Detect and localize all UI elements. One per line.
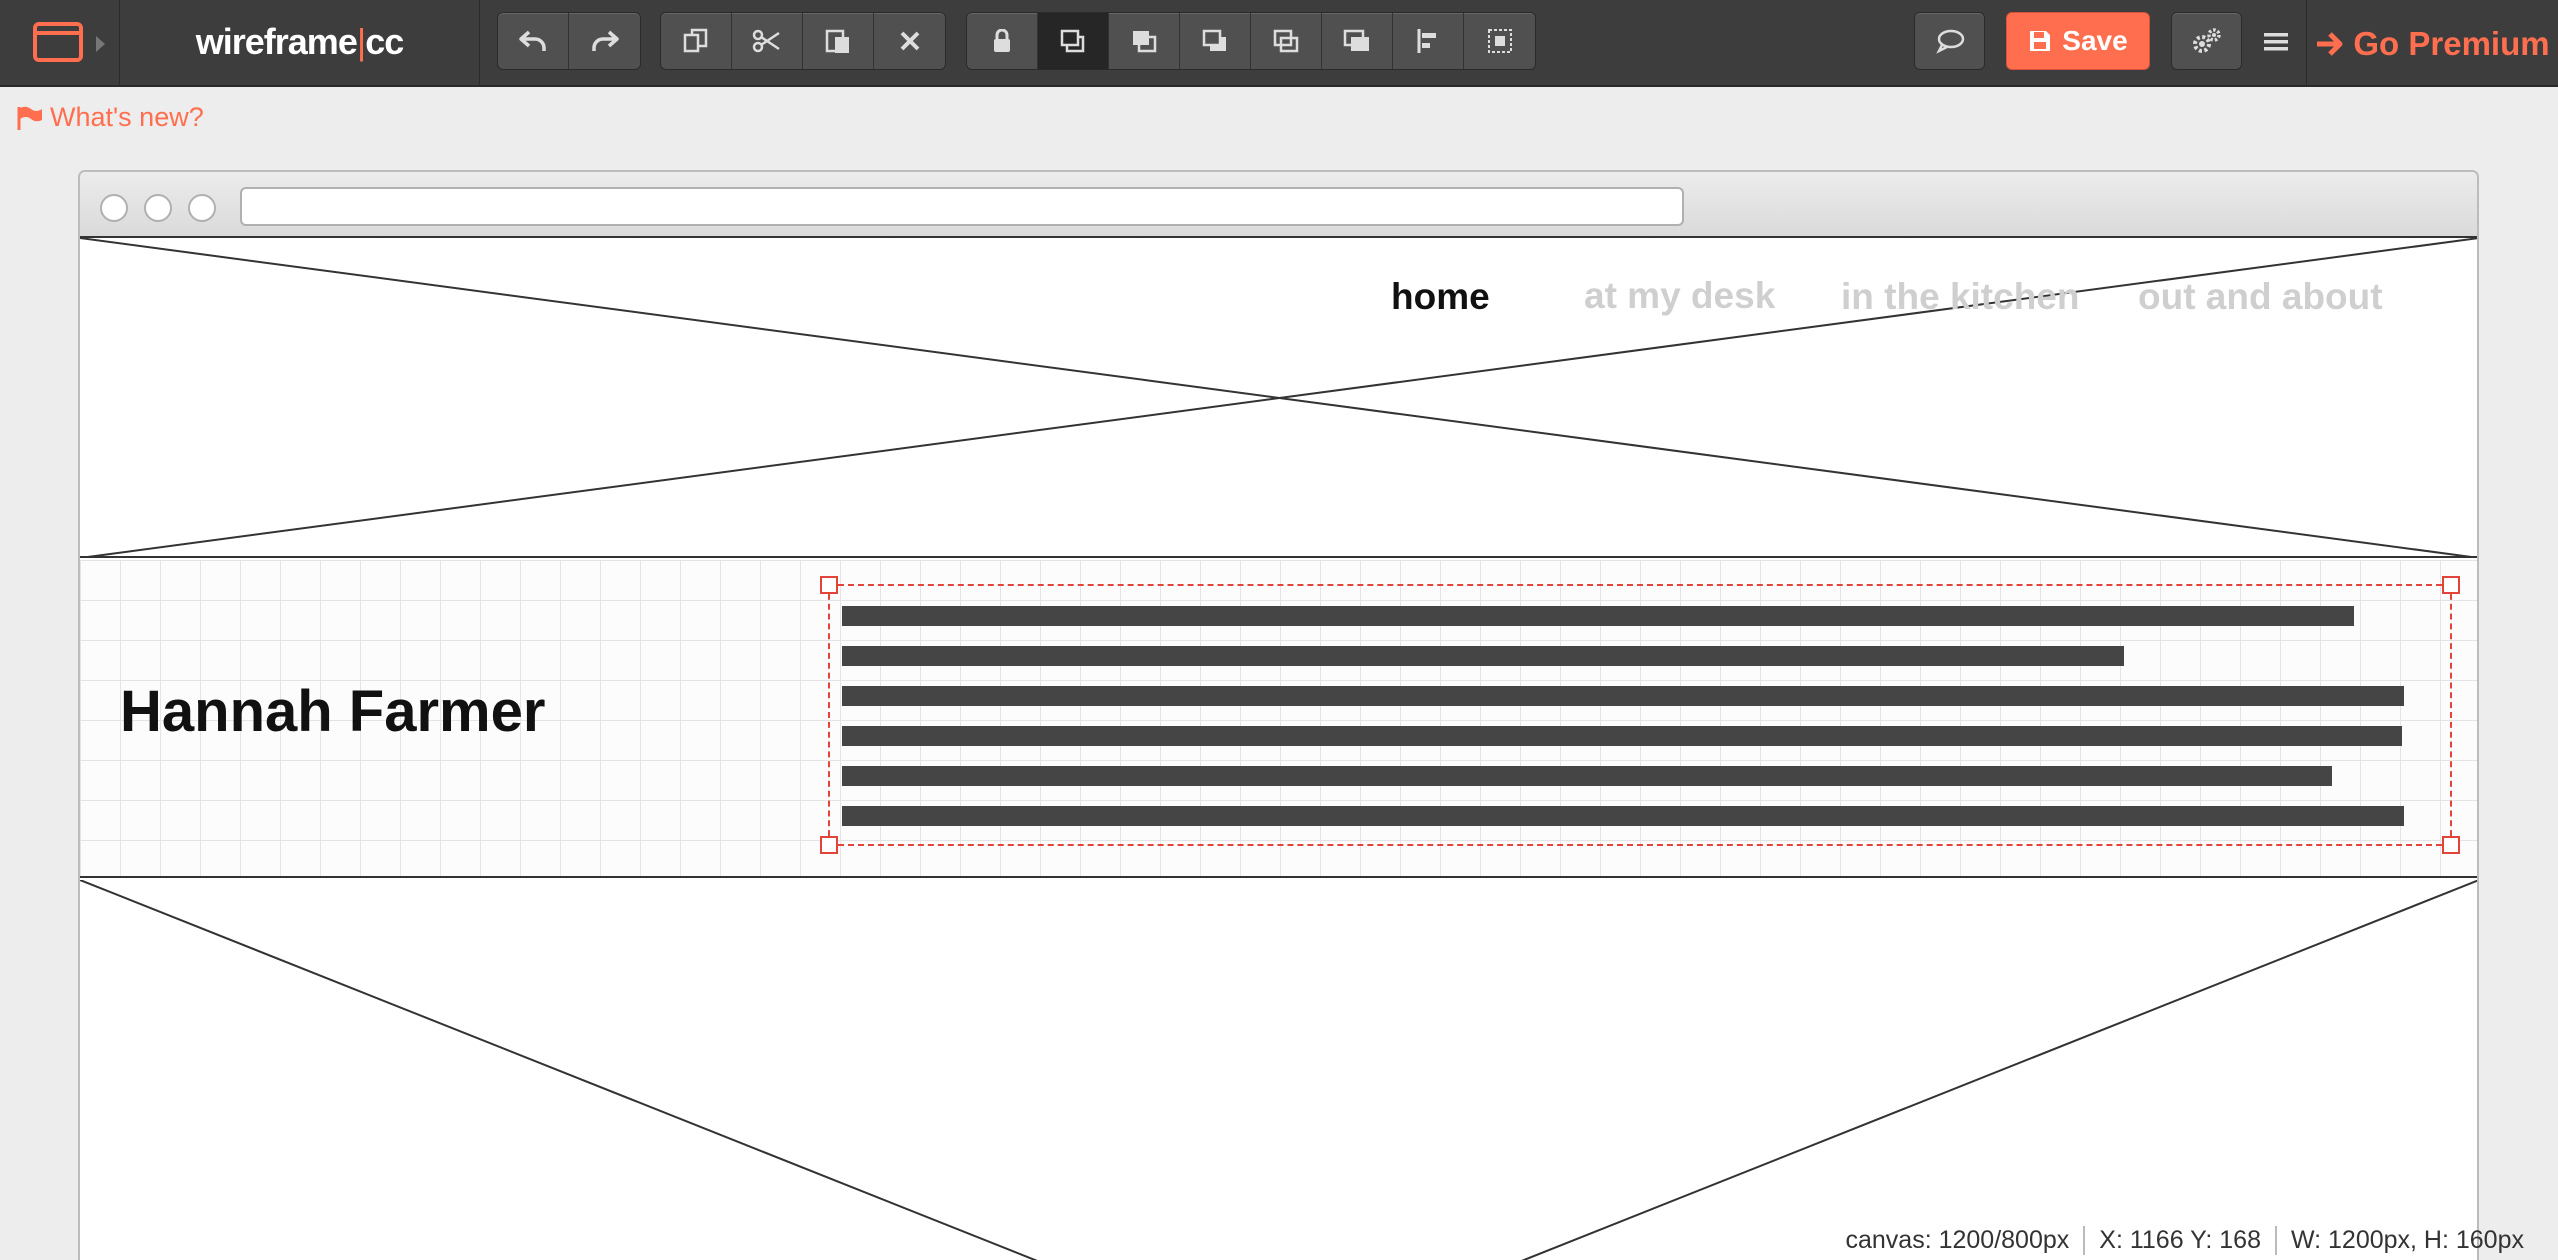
selection-size-readout: W: 1200px, H: 160px [2274,1225,2538,1255]
dropdown-arrow-icon [96,36,105,52]
status-bar: canvas: 1200/800px X: 1166 Y: 168 W: 120… [1831,1220,2538,1260]
paste-button[interactable] [803,13,874,69]
comment-button[interactable] [1914,12,1985,70]
text-placeholder-line [842,806,2404,826]
layer-icon [1343,29,1369,51]
undo-button[interactable] [498,13,569,69]
text-placeholder-line [842,766,2332,786]
delete-icon [900,31,919,51]
bring-to-front-icon [1060,29,1085,53]
gears-icon [2192,28,2221,53]
image-placeholder-cross [80,880,2477,1260]
bring-forward-icon [1133,31,1157,53]
send-to-back-button[interactable] [1251,13,1322,69]
browser-chrome [80,172,2477,238]
save-button[interactable]: Save [2006,12,2150,70]
lock-icon [994,29,1010,52]
resize-handle-bottom-left[interactable] [820,836,838,854]
header-image-placeholder[interactable]: home at my desk in the kitchen out and a… [80,238,2477,558]
resize-handle-bottom-right[interactable] [2442,836,2460,854]
hero-name[interactable]: Hannah Farmer [120,678,545,745]
canvas-size-readout: canvas: 1200/800px [1845,1225,2070,1254]
whats-new-label: What's new? [50,102,204,132]
cursor-position-readout: X: 1166 Y: 168 [2083,1225,2275,1255]
go-premium-label: Go Premium [2353,24,2550,62]
arrange-group [966,12,1536,70]
comment-icon [1935,29,1964,54]
canvas-browser-frame[interactable]: home at my desk in the kitchen out and a… [78,170,2479,1260]
text-placeholder-line [842,686,2404,706]
brand-name: wireframe [195,21,358,62]
brand-suffix: cc [365,21,404,62]
select-box-icon [1487,29,1512,53]
redo-button[interactable] [569,13,640,69]
window-dot-3 [188,194,216,222]
paste-icon [825,29,849,53]
redo-icon [591,30,619,51]
image-placeholder-cross [80,238,2477,558]
save-label: Save [2062,25,2128,56]
window-dot-2 [144,194,172,222]
select-box-button[interactable] [1464,13,1535,69]
settings-button[interactable] [2171,12,2242,70]
delete-button[interactable] [874,13,945,69]
undo-icon [519,30,546,51]
text-placeholder-line [842,726,2402,746]
resize-handle-top-right[interactable] [2442,576,2460,594]
clipboard-group [660,12,946,70]
resize-handle-top-left[interactable] [820,576,838,594]
content-image-placeholder[interactable] [80,880,2477,1260]
bring-to-front-button[interactable] [1038,13,1109,69]
go-premium-link[interactable]: Go Premium [2306,0,2558,87]
brand-separator: | [356,21,366,62]
arrow-right-icon [2317,31,2343,56]
top-toolbar: wireframe|cc Save Go Premium [0,0,2558,87]
address-bar [240,187,1684,226]
nav-at-my-desk[interactable]: at my desk [1584,275,1775,317]
align-icon [1417,29,1436,53]
copy-icon [683,28,708,53]
layer-button[interactable] [1322,13,1393,69]
menu-button[interactable] [2258,22,2294,62]
hero-section[interactable]: Hannah Farmer [80,560,2477,878]
nav-out-and-about[interactable]: out and about [2138,276,2383,318]
cut-icon [752,29,780,53]
nav-in-the-kitchen[interactable]: in the kitchen [1841,276,2079,318]
send-to-back-icon [1273,29,1299,53]
align-button[interactable] [1393,13,1464,69]
hamburger-icon [2264,33,2288,51]
text-placeholder-line [842,606,2354,626]
history-group [497,12,641,70]
app-menu-button[interactable] [0,0,120,87]
bring-forward-button[interactable] [1109,13,1180,69]
nav-home[interactable]: home [1391,276,1490,318]
window-dot-1 [100,194,128,222]
whats-new-link[interactable]: What's new? [16,102,204,133]
send-backward-button[interactable] [1180,13,1251,69]
text-placeholder-line [842,646,2124,666]
selected-text-block[interactable] [820,576,2460,854]
browser-window-icon [33,22,83,62]
brand-logo: wireframe|cc [120,0,480,87]
send-backward-icon [1202,29,1226,51]
lock-button[interactable] [967,13,1038,69]
flag-icon [17,106,42,130]
copy-button[interactable] [661,13,732,69]
floppy-disk-icon [2030,31,2051,51]
cut-button[interactable] [732,13,803,69]
